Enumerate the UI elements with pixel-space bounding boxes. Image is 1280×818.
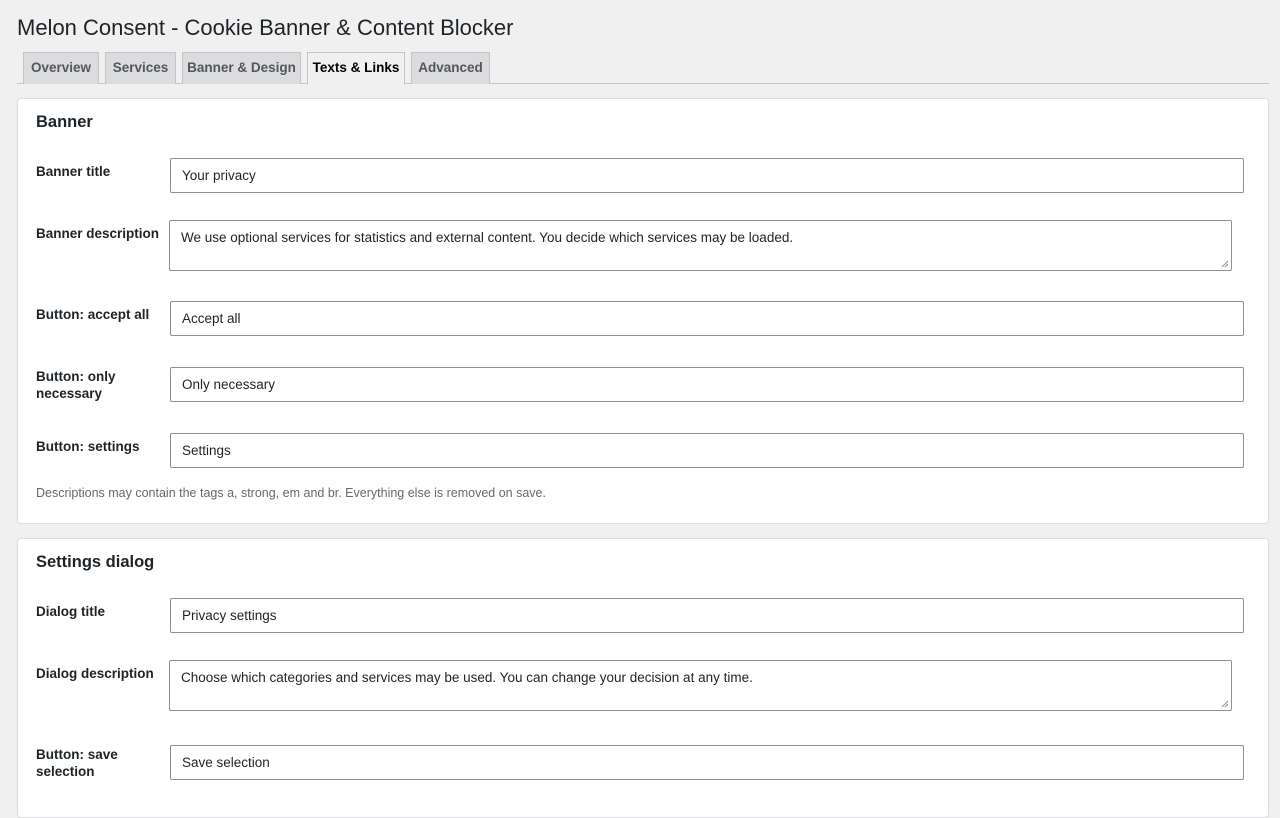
- banner-description-text: We use optional services for statistics …: [181, 230, 794, 245]
- tab-overview[interactable]: Overview: [23, 52, 99, 84]
- banner-title-input[interactable]: Your privacy: [170, 158, 1244, 193]
- dialog-title-input[interactable]: Privacy settings: [170, 598, 1244, 633]
- accept-all-label: Button: accept all: [36, 307, 150, 322]
- save-selection-label: Button: save selection: [36, 747, 118, 779]
- banner-description-textarea[interactable]: We use optional services for statistics …: [169, 220, 1232, 271]
- banner-section: Banner Banner title Your privacy Banner …: [17, 98, 1269, 524]
- tab-texts-links[interactable]: Texts & Links: [307, 52, 405, 85]
- dialog-description-text: Choose which categories and services may…: [181, 670, 753, 685]
- dialog-section-title: Settings dialog: [36, 553, 155, 571]
- dialog-section: Settings dialog Dialog title Privacy set…: [17, 538, 1269, 818]
- only-necessary-input[interactable]: Only necessary: [170, 367, 1244, 402]
- banner-title-label: Banner title: [36, 164, 111, 179]
- resize-grip-icon[interactable]: [1221, 260, 1229, 268]
- save-selection-input[interactable]: Save selection: [170, 745, 1244, 780]
- only-necessary-label: Button: only necessary: [36, 369, 116, 401]
- settings-page: Melon Consent - Cookie Banner & Content …: [0, 0, 1280, 818]
- resize-grip-icon[interactable]: [1221, 700, 1229, 708]
- settings-input[interactable]: Settings: [170, 433, 1244, 468]
- accept-all-input[interactable]: Accept all: [170, 301, 1244, 336]
- dialog-title-label: Dialog title: [36, 604, 106, 619]
- tab-bar: Overview Services Banner & Design Texts …: [17, 52, 1269, 85]
- allowed-tags-hint: Descriptions may contain the tags a, str…: [36, 486, 546, 500]
- banner-description-label: Banner description: [36, 226, 160, 241]
- tab-banner-design[interactable]: Banner & Design: [182, 52, 301, 84]
- banner-section-title: Banner: [36, 113, 93, 131]
- tab-services[interactable]: Services: [105, 52, 176, 84]
- settings-label: Button: settings: [36, 439, 140, 454]
- dialog-description-textarea[interactable]: Choose which categories and services may…: [169, 660, 1232, 711]
- tab-advanced[interactable]: Advanced: [411, 52, 490, 84]
- dialog-description-label: Dialog description: [36, 666, 154, 681]
- page-title: Melon Consent - Cookie Banner & Content …: [17, 15, 514, 40]
